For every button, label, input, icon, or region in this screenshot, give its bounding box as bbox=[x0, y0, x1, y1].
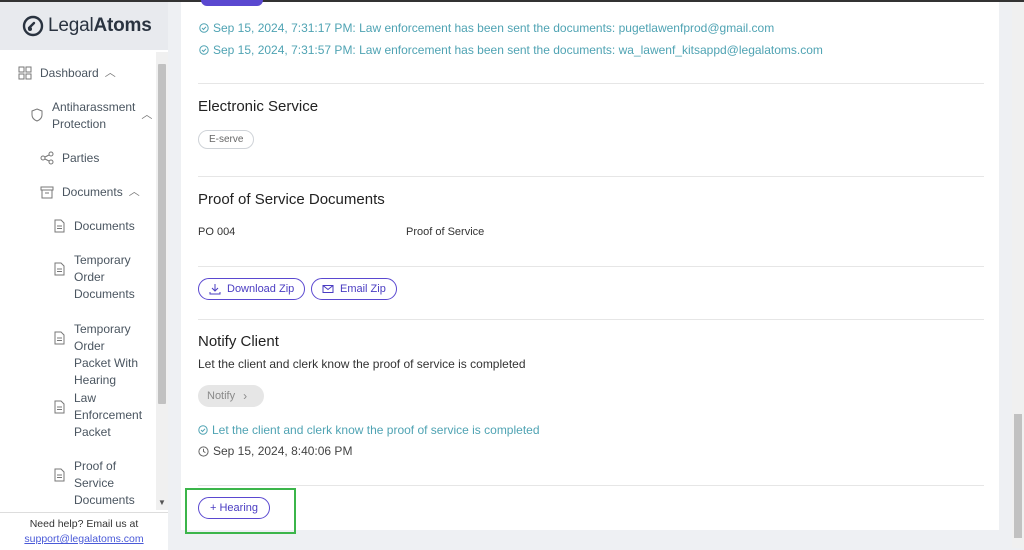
proof-of-service-title: Proof of Service Documents bbox=[198, 191, 385, 208]
add-hearing-button[interactable]: + Hearing bbox=[198, 497, 271, 519]
file-icon bbox=[54, 331, 65, 345]
check-circle-icon bbox=[198, 425, 208, 435]
sidebar-item-label: Temporary Order Documents bbox=[74, 253, 135, 301]
sidebar-item-label: Law Enforcement Packet bbox=[74, 391, 143, 439]
legalatoms-logo-icon bbox=[22, 15, 44, 37]
archive-icon bbox=[40, 186, 54, 199]
file-icon bbox=[54, 400, 65, 414]
notify-client-description: Let the client and clerk know the proof … bbox=[198, 357, 526, 371]
scrolled-button-edge[interactable] bbox=[201, 0, 263, 6]
file-icon bbox=[54, 468, 65, 482]
sidebar-item-label: Documents bbox=[62, 185, 123, 199]
activity-log-item: Sep 15, 2024, 7:31:17 PM: Law enforcemen… bbox=[199, 21, 774, 35]
download-zip-button[interactable]: Download Zip bbox=[198, 278, 306, 300]
sidebar-item-label: Documents bbox=[74, 219, 135, 233]
help-text: Need help? Email us at bbox=[29, 518, 139, 530]
download-icon bbox=[209, 284, 221, 295]
section-divider bbox=[198, 319, 984, 320]
download-zip-label: Download Zip bbox=[227, 283, 295, 295]
notify-status-text: Let the client and clerk know the proof … bbox=[212, 423, 540, 437]
support-email-link[interactable]: support@legalatoms.com bbox=[24, 533, 143, 545]
sidebar-item-law-enforcement-packet[interactable]: Law Enforcement Packet bbox=[52, 390, 144, 441]
sidebar-item-temporary-order-documents[interactable]: Temporary Order Documents bbox=[52, 252, 138, 303]
section-divider bbox=[198, 266, 984, 267]
sidebar-item-documents[interactable]: Documents bbox=[52, 218, 135, 235]
sidebar: LegalAtoms Dashboard ︿ Antiharassment Pr… bbox=[0, 2, 168, 550]
activity-log-item: Sep 15, 2024, 7:31:57 PM: Law enforcemen… bbox=[199, 43, 823, 57]
notify-timestamp: Sep 15, 2024, 8:40:06 PM bbox=[198, 444, 352, 458]
sidebar-item-label: Proof of Service Documents bbox=[74, 459, 135, 507]
electronic-service-title: Electronic Service bbox=[198, 98, 319, 115]
shield-icon bbox=[31, 108, 43, 122]
help-footer: Need help? Email us at support@legalatom… bbox=[0, 512, 168, 550]
sidebar-item-proof-of-service-documents[interactable]: Proof of Service Documents bbox=[52, 458, 138, 509]
file-icon bbox=[54, 219, 65, 233]
brand-logo[interactable]: LegalAtoms bbox=[0, 2, 168, 50]
chevron-up-icon: ︿ bbox=[141, 109, 153, 121]
clock-icon bbox=[198, 445, 209, 457]
chevron-right-icon: › bbox=[243, 389, 248, 403]
sidebar-scrollbar-thumb[interactable] bbox=[158, 64, 166, 404]
notify-button-label: Notify bbox=[207, 390, 236, 402]
scroll-down-arrow-icon[interactable]: ▼ bbox=[158, 498, 166, 507]
notify-button[interactable]: Notify › bbox=[198, 385, 264, 407]
activity-log-text: Sep 15, 2024, 7:31:57 PM: Law enforcemen… bbox=[213, 43, 823, 57]
share-icon bbox=[40, 151, 54, 165]
sidebar-item-label: Dashboard bbox=[40, 66, 99, 80]
main-content-card: Sep 15, 2024, 7:31:17 PM: Law enforcemen… bbox=[181, 0, 999, 530]
document-code: PO 004 bbox=[198, 226, 236, 238]
document-name[interactable]: Proof of Service bbox=[406, 226, 484, 238]
email-zip-label: Email Zip bbox=[340, 283, 386, 295]
sidebar-nav: Dashboard ︿ Antiharassment Protection ︿ … bbox=[0, 52, 156, 510]
file-icon bbox=[54, 262, 65, 276]
e-serve-chip[interactable]: E-serve bbox=[198, 130, 255, 149]
sidebar-item-dashboard[interactable]: Dashboard ︿ bbox=[18, 65, 116, 82]
sidebar-item-documents-group[interactable]: Documents ︿ bbox=[40, 184, 140, 201]
mail-icon bbox=[322, 285, 334, 293]
page-scrollbar-thumb[interactable] bbox=[1014, 414, 1022, 538]
section-divider bbox=[198, 83, 984, 84]
sidebar-item-label: Antiharassment Protection bbox=[52, 100, 136, 131]
notify-status: Let the client and clerk know the proof … bbox=[198, 423, 540, 437]
check-circle-icon bbox=[199, 45, 209, 55]
brand-name: LegalAtoms bbox=[48, 15, 152, 36]
sidebar-item-parties[interactable]: Parties bbox=[40, 150, 99, 167]
chevron-up-icon: ︿ bbox=[128, 186, 140, 198]
chevron-up-icon: ︿ bbox=[104, 67, 116, 79]
check-circle-icon bbox=[199, 23, 209, 33]
section-divider bbox=[198, 485, 984, 486]
email-zip-button[interactable]: Email Zip bbox=[311, 278, 397, 300]
sidebar-item-label: Temporary Order Packet With Hearing bbox=[74, 322, 139, 387]
activity-log-text: Sep 15, 2024, 7:31:17 PM: Law enforcemen… bbox=[213, 21, 775, 35]
notify-timestamp-text: Sep 15, 2024, 8:40:06 PM bbox=[213, 444, 353, 458]
notify-client-title: Notify Client bbox=[198, 333, 279, 350]
section-divider bbox=[198, 176, 984, 177]
sidebar-item-temporary-order-packet[interactable]: Temporary Order Packet With Hearing bbox=[52, 321, 144, 389]
sidebar-item-antiharassment[interactable]: Antiharassment Protection ︿ bbox=[30, 99, 153, 133]
grid-icon bbox=[18, 66, 32, 80]
sidebar-item-label: Parties bbox=[62, 151, 100, 165]
